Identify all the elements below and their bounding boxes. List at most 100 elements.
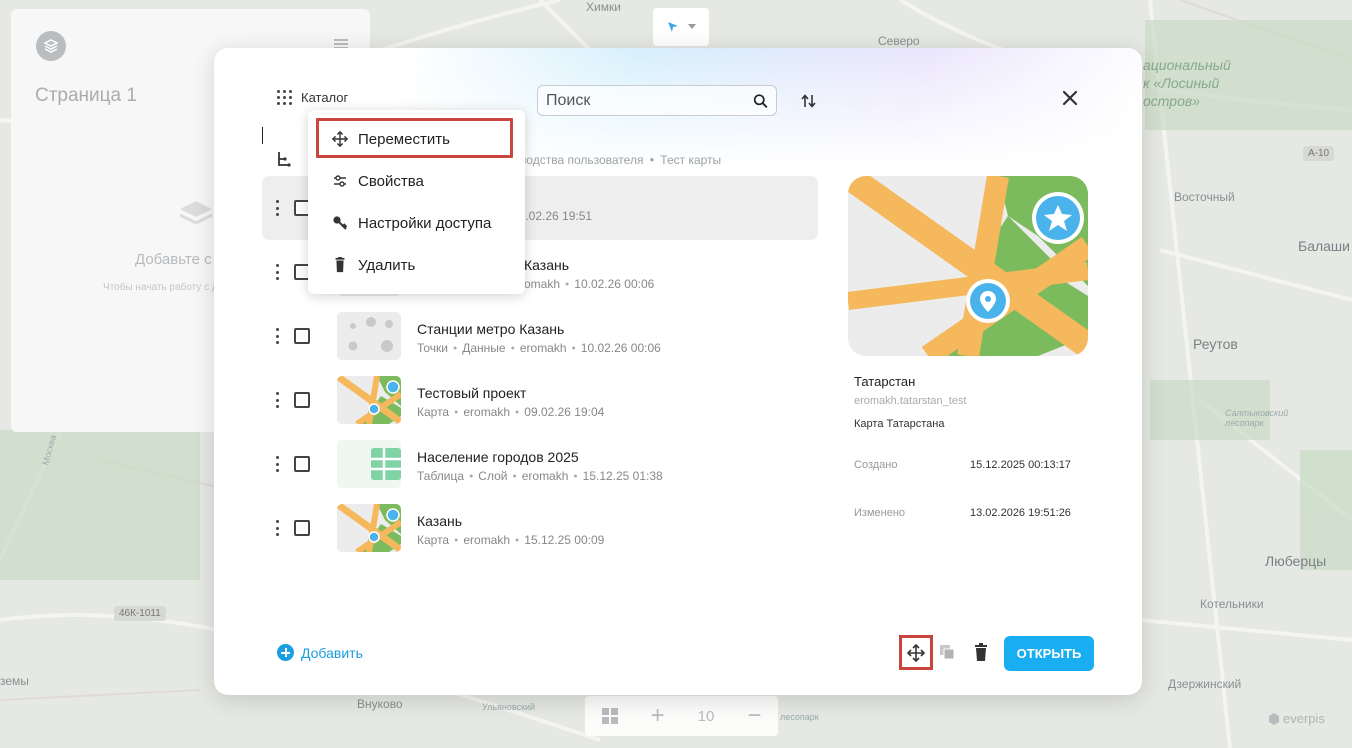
meta-value: 10.02.26 00:06	[574, 277, 655, 291]
list-item[interactable]: Население городов 2025 Таблица ● Слой ● eroma…	[262, 432, 818, 496]
map-thumbnail-image	[848, 176, 1088, 356]
meta-value: 15.12.25 01:38	[582, 469, 663, 483]
menu-item-delete-label: Удалить	[358, 256, 416, 274]
catalog-button[interactable]: Каталог	[277, 90, 348, 105]
item-thumbnail	[337, 376, 401, 424]
more-options-icon[interactable]	[275, 328, 279, 344]
item-checkbox[interactable]	[294, 520, 310, 536]
trash-icon	[335, 257, 345, 273]
map-label-road-46k: 46К-1011	[114, 606, 166, 621]
map-label-lyubertsy: Люберцы	[1265, 553, 1327, 569]
copy-icon[interactable]	[939, 644, 955, 660]
map-zoom-bar: + 10 −	[585, 696, 778, 736]
trash-icon[interactable]	[973, 643, 989, 661]
list-item[interactable]: Тестовый проект Карта ● eromakh ● 09.02.26 19…	[262, 368, 818, 432]
add-button[interactable]: Добавить	[277, 644, 363, 661]
breadcrumb-separator: ●	[649, 155, 655, 164]
meta-value: 15.12.25 00:09	[524, 533, 605, 547]
item-checkbox[interactable]	[294, 328, 310, 344]
layers-placeholder-icon	[179, 201, 213, 225]
preview-thumbnail	[848, 176, 1088, 356]
meta-value: omakh	[524, 277, 561, 291]
list-item[interactable]: Казань Карта ● eromakh ● 15.12.25 00:09	[262, 496, 818, 560]
menu-item-access[interactable]: Настройки доступа	[308, 202, 525, 244]
map-label-park: ациональный к «Лосиный остров»	[1143, 57, 1231, 109]
move-icon	[907, 643, 925, 662]
map-label-lesopark: лесопарк	[780, 712, 819, 722]
menu-item-properties-label: Свойства	[358, 172, 424, 190]
search-input[interactable]	[546, 91, 753, 110]
item-name: Население городов 2025	[417, 449, 579, 465]
map-label-severo: Северо	[878, 34, 920, 48]
context-menu: Переместить Свойства Настройки доступа У…	[308, 110, 525, 294]
meta-separator: ●	[469, 473, 474, 480]
meta-value: Карта	[417, 533, 450, 547]
more-options-icon[interactable]	[275, 200, 279, 216]
map-label-vostochny: Восточный	[1174, 190, 1235, 204]
item-name: Казань	[417, 513, 463, 529]
app-logo-icon[interactable]	[36, 31, 66, 61]
meta-value: eromakh	[463, 405, 511, 419]
item-checkbox[interactable]	[294, 392, 310, 408]
sort-icon[interactable]	[800, 92, 818, 110]
menu-item-move[interactable]: Переместить	[308, 118, 525, 160]
breadcrumb-item[interactable]: ководства пользователя	[508, 153, 643, 167]
menu-item-delete[interactable]: Удалить	[308, 244, 525, 286]
menu-item-move-label: Переместить	[358, 130, 450, 148]
item-meta: Карта ● eromakh ● 15.12.25 00:09	[417, 533, 604, 547]
breadcrumb-item[interactable]: Тест карты	[660, 153, 721, 167]
map-label-ulyanovsky: Ульяновский	[482, 702, 536, 712]
list-item[interactable]: Станции метро Казань Точки ● Данные ● eromakh…	[262, 304, 818, 368]
item-meta: Таблица ● Слой ● eromakh ● 15.12.25 01:38	[417, 469, 663, 483]
close-icon[interactable]	[1060, 88, 1080, 108]
zoom-in-icon[interactable]: +	[651, 702, 665, 730]
more-options-icon[interactable]	[275, 392, 279, 408]
apps-grid-icon	[277, 90, 292, 105]
preview-title: Татарстан	[854, 374, 916, 389]
more-options-icon[interactable]	[275, 520, 279, 536]
move-button[interactable]	[899, 635, 933, 670]
item-name: Казань	[524, 257, 570, 273]
item-checkbox[interactable]	[294, 456, 310, 472]
add-label: Добавить	[301, 644, 363, 661]
meta-separator: ●	[453, 345, 458, 352]
meta-separator: ●	[573, 473, 578, 480]
more-options-icon[interactable]	[275, 456, 279, 472]
menu-item-access-label: Настройки доступа	[358, 214, 492, 232]
open-button[interactable]: ОТКРЫТЬ	[1004, 636, 1094, 671]
map-label-zemy: земы	[0, 674, 29, 688]
map-label-dzerzhinsky: Дзержинский	[1168, 677, 1242, 691]
map-label-khimki: Химки	[586, 0, 621, 14]
preview-id: eromakh.tatarstan_test	[854, 395, 967, 407]
meta-separator: ●	[515, 409, 520, 416]
brand-logo: everpis	[1268, 711, 1325, 726]
more-options-icon[interactable]	[275, 264, 279, 280]
meta-value: eromakh	[521, 469, 569, 483]
meta-value: Данные	[462, 341, 506, 355]
item-thumbnail	[337, 440, 401, 488]
zoom-level: 10	[697, 707, 715, 725]
meta-separator: ●	[454, 537, 459, 544]
search-icon[interactable]	[753, 92, 768, 110]
brand-name: everpis	[1283, 711, 1325, 726]
item-meta: omakh ● 10.02.26 00:06	[524, 277, 654, 291]
folder-tree-icon[interactable]	[276, 151, 292, 169]
cursor-tool-dropdown[interactable]	[653, 8, 709, 46]
map-label-a10: А-10	[1303, 146, 1335, 161]
item-meta: Карта ● eromakh ● 09.02.26 19:04	[417, 405, 604, 419]
pointer-icon	[668, 22, 678, 32]
meta-separator: ●	[510, 345, 515, 352]
meta-value: Карта	[417, 405, 450, 419]
item-thumbnail	[337, 504, 401, 552]
map-label-vnukovo: Внуково	[357, 697, 403, 711]
meta-value: Таблица	[417, 469, 465, 483]
created-value: 15.12.2025 00:13:17	[970, 459, 1071, 471]
map-label-reutov: Реутов	[1193, 336, 1238, 352]
meta-separator: ●	[571, 345, 576, 352]
meta-separator: ●	[515, 537, 520, 544]
meta-value: 09.02.26 19:04	[524, 405, 605, 419]
grid-icon[interactable]	[601, 708, 618, 724]
map-label-balashikha: Балаши	[1298, 238, 1350, 254]
menu-item-properties[interactable]: Свойства	[308, 160, 525, 202]
zoom-out-icon[interactable]: −	[747, 702, 761, 730]
